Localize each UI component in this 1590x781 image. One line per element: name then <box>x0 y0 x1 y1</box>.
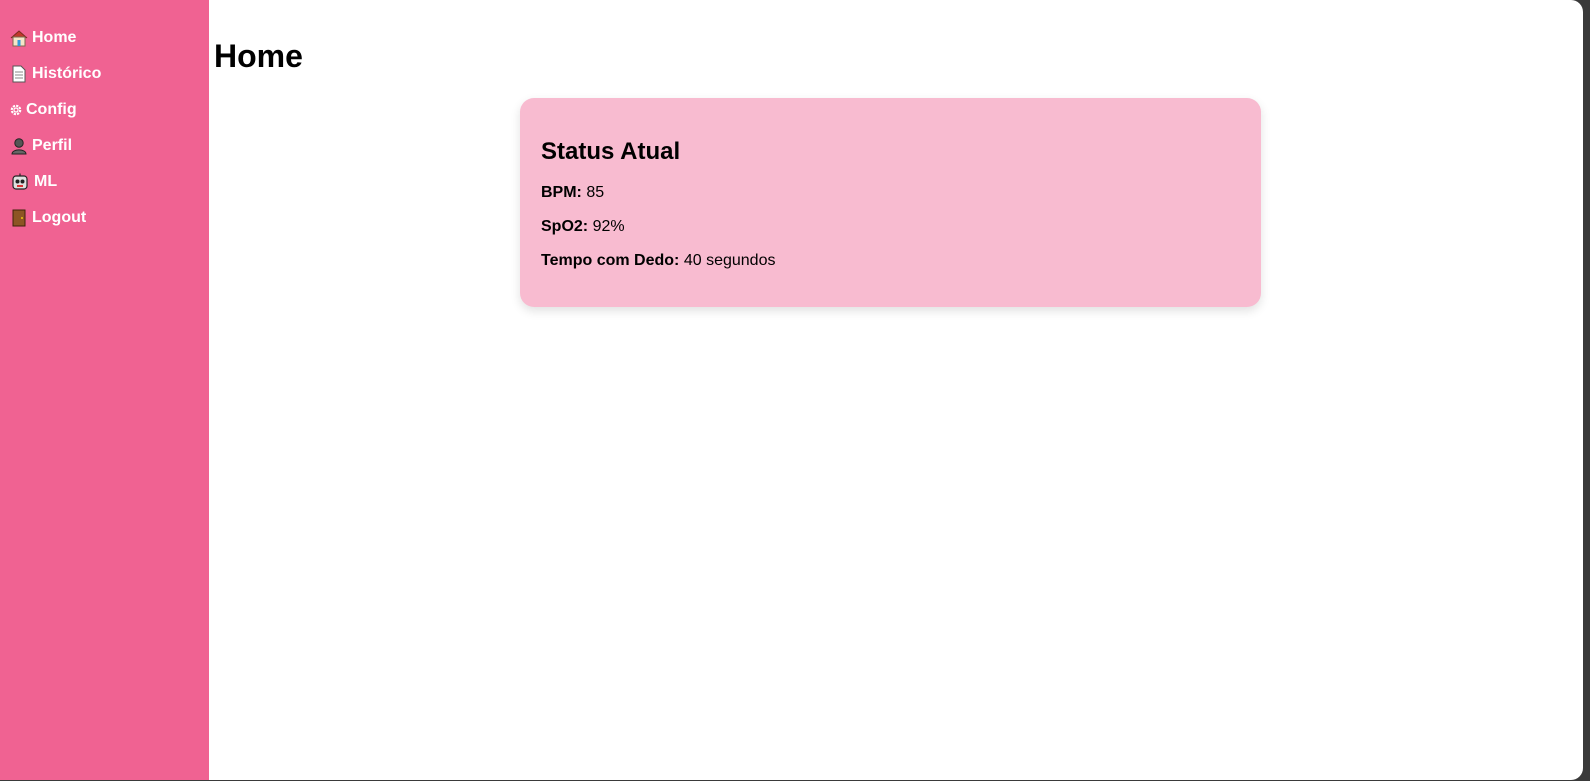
finger-time-value: 40 segundos <box>683 252 776 269</box>
sidebar-item-label: Home <box>32 29 77 46</box>
sidebar-item-label: Histórico <box>32 65 102 82</box>
sidebar-item-config[interactable]: Config <box>0 92 209 128</box>
robot-icon <box>9 172 31 192</box>
sidebar-item-label: Perfil <box>32 137 73 154</box>
bpm-metric: BPM: 85 <box>541 184 1241 202</box>
main-content: Home Status Atual BPM: 85 SpO2: 92% Temp… <box>209 0 1583 780</box>
sidebar: Home Histórico Config Perfil ML Logout <box>0 0 209 780</box>
spo2-metric: SpO2: 92% <box>541 218 1241 236</box>
sidebar-item-label: Logout <box>32 209 87 226</box>
sidebar-item-perfil[interactable]: Perfil <box>0 128 209 164</box>
door-icon <box>9 208 29 228</box>
house-icon <box>9 28 29 48</box>
sidebar-item-ml[interactable]: ML <box>0 164 209 200</box>
page-title: Home <box>214 38 303 74</box>
sidebar-item-historico[interactable]: Histórico <box>0 56 209 92</box>
card-title: Status Atual <box>541 138 681 165</box>
spo2-label: SpO2: <box>541 218 589 235</box>
finger-time-label: Tempo com Dedo: <box>541 252 680 269</box>
person-icon <box>9 136 29 156</box>
sidebar-item-label: Config <box>26 101 77 118</box>
sidebar-item-home[interactable]: Home <box>0 20 209 56</box>
app-window: Home Histórico Config Perfil ML Logout H… <box>0 0 1583 780</box>
bpm-value: 85 <box>586 184 605 201</box>
spo2-value: 92% <box>592 218 625 235</box>
document-icon <box>9 64 29 84</box>
sidebar-item-logout[interactable]: Logout <box>0 200 209 236</box>
sidebar-item-label: ML <box>34 173 58 190</box>
finger-time-metric: Tempo com Dedo: 40 segundos <box>541 252 1241 270</box>
gear-icon <box>9 100 23 120</box>
status-card: Status Atual BPM: 85 SpO2: 92% Tempo com… <box>520 98 1261 307</box>
bpm-label: BPM: <box>541 184 582 201</box>
